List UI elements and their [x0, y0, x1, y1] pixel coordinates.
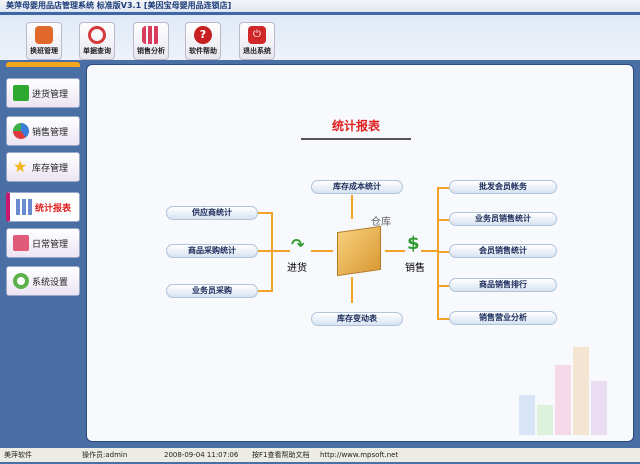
report-panel: 统计报表 供应商统计 商品采购统计 业务员采购 ↷ 进货 库存成本统计 仓库 库…	[86, 64, 634, 442]
shift-icon	[35, 26, 53, 44]
help-icon: ?	[194, 26, 212, 44]
sidebar-item-reports[interactable]: 统计报表	[6, 192, 80, 222]
status-operator: 操作员:admin	[82, 451, 128, 459]
button-label: 软件帮助	[189, 47, 217, 55]
warehouse-box-icon	[337, 225, 381, 277]
status-datetime: 2008-09-04 11:07:06	[164, 451, 239, 459]
report-inventory-change[interactable]: 库存变动表	[311, 312, 403, 326]
report-supplier[interactable]: 供应商统计	[166, 206, 258, 220]
report-wholesale-member[interactable]: 批发会员帐务	[449, 180, 557, 194]
report-inventory-cost[interactable]: 库存成本统计	[311, 180, 403, 194]
sales-label: 销售	[405, 263, 425, 274]
sidebar-item-label: 进货管理	[32, 89, 69, 100]
gear-icon	[13, 273, 29, 289]
sidebar-item-label: 系统设置	[32, 277, 69, 288]
page-title: 统计报表	[331, 119, 380, 133]
status-company: 美萍软件	[4, 451, 32, 459]
button-label: 单据查询	[83, 47, 111, 55]
dollar-icon: $	[407, 233, 420, 254]
report-staff-sales[interactable]: 业务员销售统计	[449, 212, 557, 226]
sidebar-item-label: 库存管理	[32, 163, 69, 174]
status-bar: 美萍软件 操作员:admin 2008-09-04 11:07:06 按F1查看…	[0, 448, 640, 462]
warehouse-label: 仓库	[371, 217, 391, 228]
report-member-sales[interactable]: 会员销售统计	[449, 244, 557, 258]
bar-chart-icon	[142, 26, 160, 44]
sales-analysis-button[interactable]: 销售分析	[133, 22, 169, 60]
decor-bar	[573, 347, 589, 435]
report-product-ranking[interactable]: 商品销售排行	[449, 278, 557, 292]
purchase-arrow-icon: ↷	[291, 235, 305, 254]
button-label: 销售分析	[137, 47, 165, 55]
report-staff-purchase[interactable]: 业务员采购	[166, 284, 258, 298]
title-underline	[301, 138, 411, 140]
search-icon	[88, 26, 106, 44]
brush-icon	[13, 235, 29, 251]
decor-bar	[591, 381, 607, 435]
document-search-button[interactable]: 单据查询	[79, 22, 115, 60]
button-label: 换班管理	[30, 47, 58, 55]
status-url[interactable]: http://www.mpsoft.net	[320, 448, 398, 462]
pie-icon	[13, 123, 29, 139]
button-label: 退出系统	[243, 47, 271, 55]
shift-button[interactable]: 换班管理	[26, 22, 62, 60]
sidebar-item-label: 统计报表	[35, 203, 72, 214]
purchase-label: 进货	[287, 263, 307, 274]
power-icon: ⏻	[248, 26, 266, 44]
sidebar-item-settings[interactable]: 系统设置	[6, 266, 80, 296]
star-icon: ★	[13, 157, 28, 176]
plus-icon	[13, 85, 29, 101]
sidebar-item-label: 销售管理	[32, 127, 69, 138]
decor-bar	[537, 405, 553, 435]
toolbar: 换班管理 单据查询 销售分析 ? 软件帮助 ⏻ 退出系统	[0, 12, 640, 60]
sidebar-item-daily[interactable]: 日常管理	[6, 228, 80, 258]
sidebar-item-purchase[interactable]: 进货管理	[6, 78, 80, 108]
report-sales-analysis[interactable]: 销售营业分析	[449, 311, 557, 325]
sidebar-accent	[6, 62, 80, 67]
status-help: 按F1查看帮助文档	[252, 451, 310, 459]
sidebar: 进货管理 销售管理 ★ 库存管理 统计报表 日常管理 系统设置	[4, 62, 82, 442]
exit-button[interactable]: ⏻ 退出系统	[239, 22, 275, 60]
bar-chart-icon	[16, 199, 32, 215]
sidebar-item-label: 日常管理	[32, 239, 69, 250]
report-purchase[interactable]: 商品采购统计	[166, 244, 258, 258]
decor-bar	[555, 365, 571, 435]
help-button[interactable]: ? 软件帮助	[185, 22, 221, 60]
sidebar-item-inventory[interactable]: ★ 库存管理	[6, 152, 80, 182]
decor-bar	[519, 395, 535, 435]
sidebar-item-sales[interactable]: 销售管理	[6, 116, 80, 146]
title-bar: 美萍母婴用品店管理系统 标准版V3.1 [美因宝母婴用品连锁店]	[0, 0, 640, 12]
